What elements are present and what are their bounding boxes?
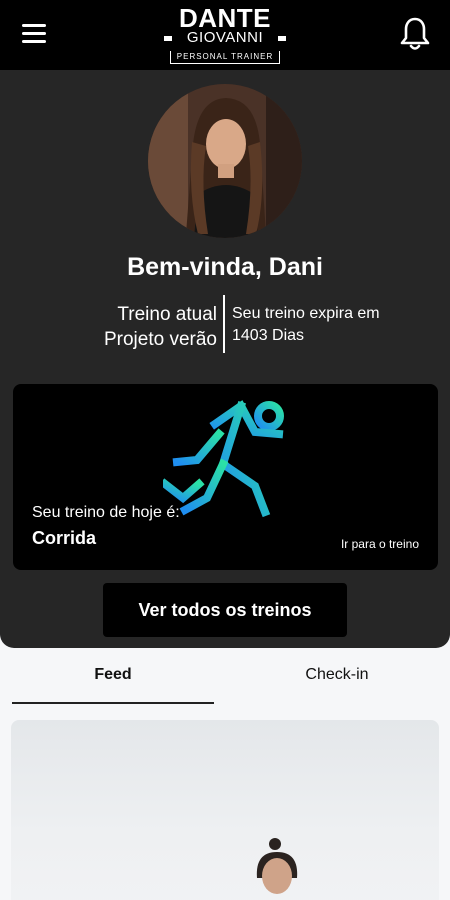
logo-line-2: GIOVANNI	[160, 30, 290, 46]
today-workout-value: Corrida	[32, 528, 97, 548]
current-workout-label: Treino atual	[117, 304, 217, 325]
feed-tabs: Feed Check-in	[0, 652, 450, 706]
welcome-heading: Bem-vinda, Dani	[127, 253, 323, 281]
current-workout-name: Projeto verão	[103, 329, 217, 350]
logo-line-3: PERSONAL TRAINER	[169, 51, 281, 64]
brand-logo: DANTE GIOVANNI PERSONAL TRAINER	[160, 3, 290, 66]
profile-panel: Bem-vinda, Dani Treino atual Projeto ver…	[0, 70, 450, 648]
feed-post-image	[249, 838, 305, 900]
logo-line-1: DANTE	[178, 3, 272, 33]
expiry-value: 1403 Dias	[232, 327, 305, 344]
tab-feed[interactable]: Feed	[12, 666, 214, 704]
today-workout-label: Seu treino de hoje é:	[32, 504, 180, 521]
info-divider	[223, 295, 225, 353]
current-workout-info: Treino atual Projeto verão	[104, 302, 217, 352]
running-person-icon	[159, 394, 293, 534]
bell-icon[interactable]	[400, 16, 430, 52]
today-workout-card[interactable]: Seu treino de hoje é: Corrida Ir para o …	[13, 384, 438, 570]
avatar[interactable]	[148, 84, 302, 238]
tab-check-in[interactable]: Check-in	[236, 666, 438, 704]
view-all-workouts-button[interactable]: Ver todos os treinos	[103, 583, 347, 637]
app-header: DANTE GIOVANNI PERSONAL TRAINER	[0, 0, 450, 70]
expiry-label: Seu treino expira em	[232, 305, 380, 322]
hamburger-menu-icon[interactable]	[22, 24, 48, 46]
go-to-workout-link[interactable]: Ir para o treino	[341, 537, 419, 551]
expiry-info: Seu treino expira em 1403 Dias	[232, 303, 380, 347]
feed-post-card[interactable]	[11, 720, 439, 900]
